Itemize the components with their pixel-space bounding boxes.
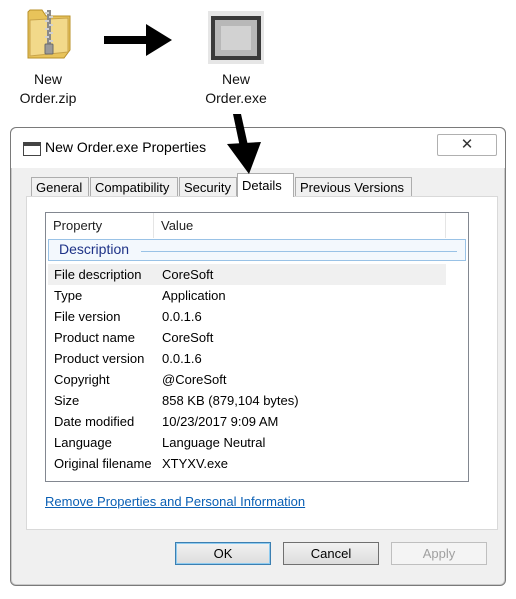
property-value: Application xyxy=(162,288,226,303)
list-item[interactable]: Date modified 10/23/2017 9:09 AM xyxy=(48,411,446,432)
arrow-down-icon xyxy=(227,114,261,174)
property-name: File description xyxy=(54,267,142,282)
property-value: CoreSoft xyxy=(162,267,214,282)
list-item[interactable]: Copyright @CoreSoft xyxy=(48,369,446,390)
apply-button[interactable]: Apply xyxy=(391,542,487,565)
tab-security[interactable]: Security xyxy=(179,177,237,196)
property-value: Language Neutral xyxy=(162,435,266,450)
group-divider xyxy=(141,251,457,252)
close-button[interactable]: ✕ xyxy=(437,134,497,156)
property-value: XTYXV.exe xyxy=(162,456,229,471)
tab-previous-versions[interactable]: Previous Versions xyxy=(295,177,412,196)
property-value: CoreSoft xyxy=(162,330,214,345)
list-item[interactable]: Original filename XTYXV.exe xyxy=(48,453,446,474)
property-name: Size xyxy=(54,393,80,408)
zip-folder-icon[interactable] xyxy=(24,4,74,62)
group-header-description[interactable]: Description xyxy=(48,239,466,261)
list-item[interactable]: File description CoreSoft xyxy=(48,264,446,285)
remove-properties-link[interactable]: Remove Properties and Personal Informati… xyxy=(45,494,305,509)
property-name: Product name xyxy=(54,330,135,345)
list-item[interactable]: Product name CoreSoft xyxy=(48,327,446,348)
property-name: Product version xyxy=(54,351,145,366)
property-value: 0.0.1.6 xyxy=(162,309,202,324)
property-name: Language xyxy=(54,435,112,450)
column-header-value[interactable]: Value xyxy=(154,213,446,238)
tab-general[interactable]: General xyxy=(31,177,89,196)
zip-file-item[interactable]: New Order.zip xyxy=(12,70,84,108)
close-icon: ✕ xyxy=(460,136,474,153)
list-item[interactable]: File version 0.0.1.6 xyxy=(48,306,446,327)
zip-file-label: New Order.zip xyxy=(19,71,77,106)
cancel-button[interactable]: Cancel xyxy=(283,542,379,565)
window-icon xyxy=(23,142,41,156)
list-item[interactable]: Product version 0.0.1.6 xyxy=(48,348,446,369)
details-list[interactable]: Property Value Description File descript… xyxy=(45,212,469,482)
property-value: 10/23/2017 9:09 AM xyxy=(162,414,279,429)
exe-file-item[interactable]: New Order.exe xyxy=(196,70,276,108)
property-name: Type xyxy=(54,288,83,303)
column-header-property[interactable]: Property xyxy=(46,213,154,238)
arrow-right-icon xyxy=(104,24,172,56)
exe-file-icon[interactable] xyxy=(207,10,265,65)
group-label: Description xyxy=(59,241,130,257)
property-name: File version xyxy=(54,309,121,324)
property-value: 858 KB (879,104 bytes) xyxy=(162,393,299,408)
properties-dialog: New Order.exe Properties ✕ General Compa… xyxy=(10,127,506,586)
property-value: @CoreSoft xyxy=(162,372,227,387)
list-item[interactable]: Language Language Neutral xyxy=(48,432,446,453)
property-name: Date modified xyxy=(54,414,135,429)
property-name: Copyright xyxy=(54,372,110,387)
details-panel: Property Value Description File descript… xyxy=(26,196,498,530)
list-item[interactable]: Type Application xyxy=(48,285,446,306)
ok-button[interactable]: OK xyxy=(175,542,271,565)
property-value: 0.0.1.6 xyxy=(162,351,202,366)
tab-compatibility[interactable]: Compatibility xyxy=(90,177,178,196)
exe-file-label: New Order.exe xyxy=(205,71,267,106)
list-item[interactable]: Size 858 KB (879,104 bytes) xyxy=(48,390,446,411)
property-name: Original filename xyxy=(54,456,152,471)
dialog-title: New Order.exe Properties xyxy=(45,139,207,155)
